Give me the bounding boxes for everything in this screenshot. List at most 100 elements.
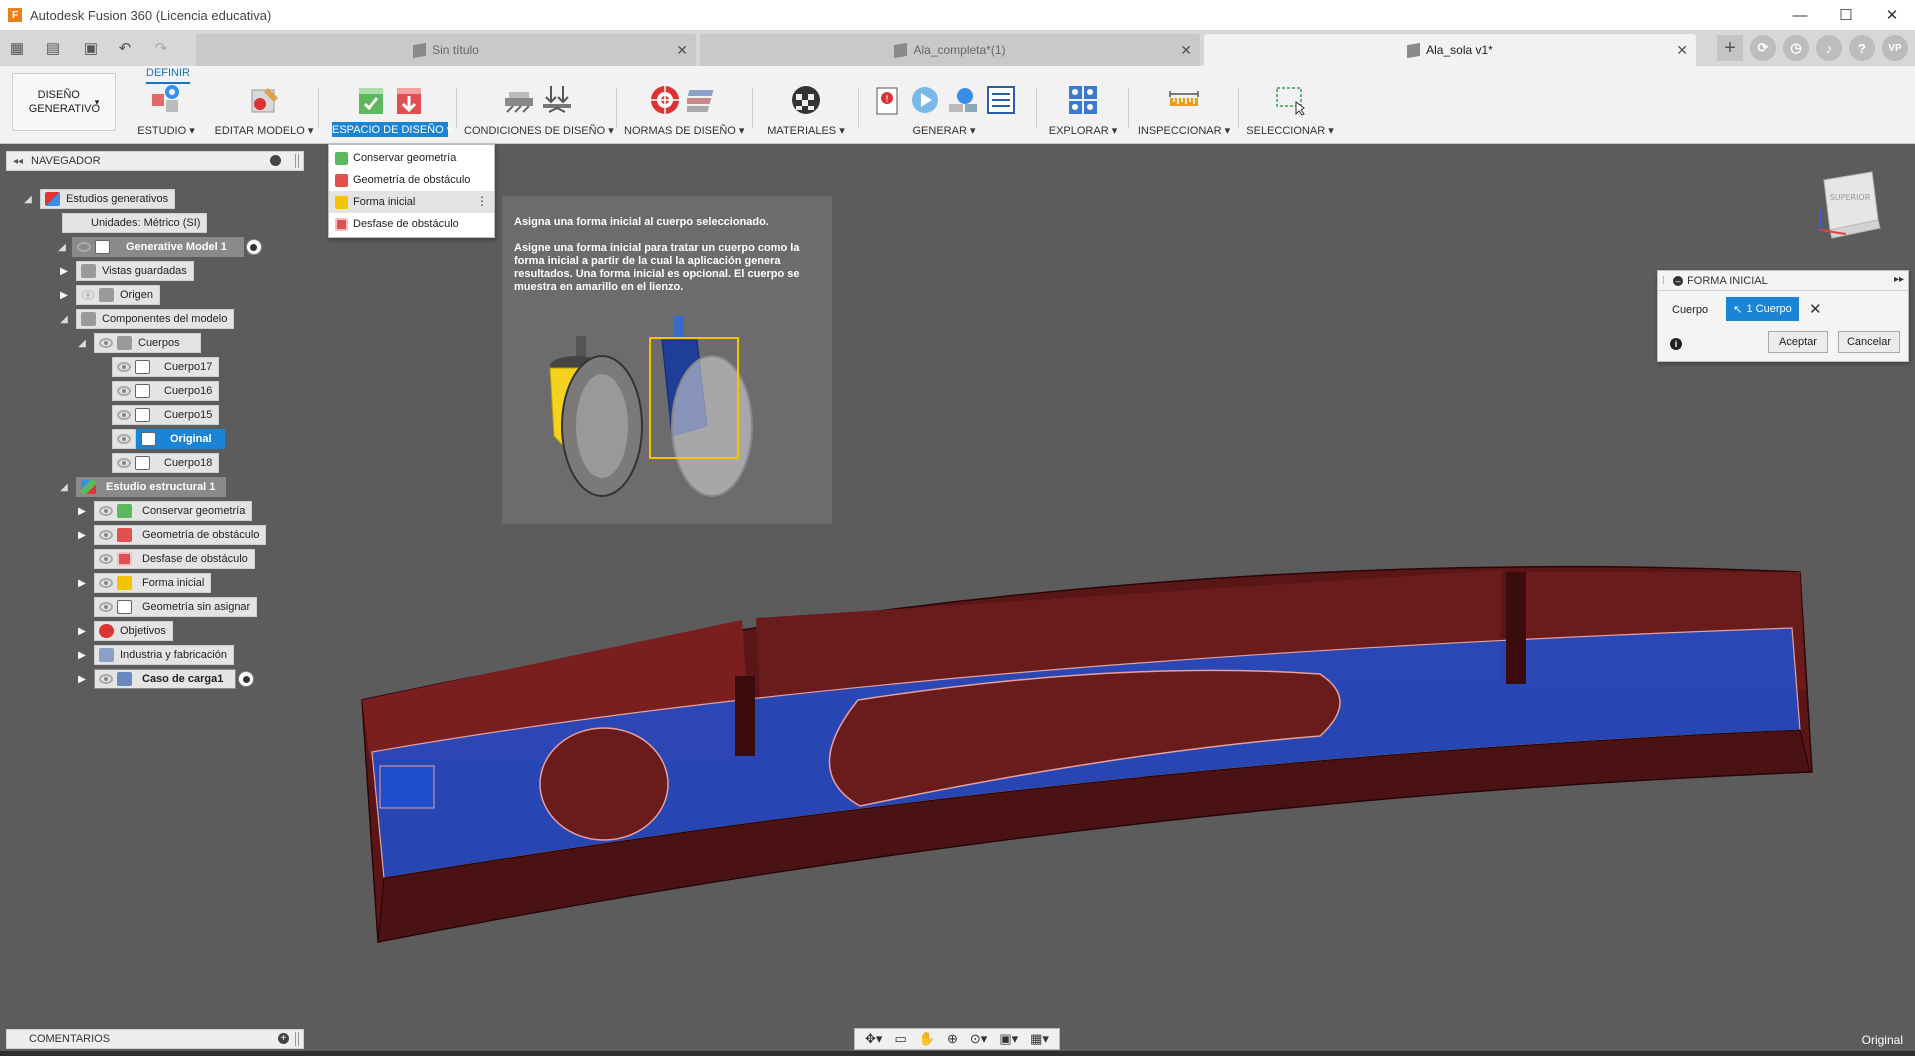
tree-node-units[interactable]: Unidades: Métrico (SI) (62, 213, 208, 233)
collapse-dialog-icon[interactable]: – (1673, 275, 1684, 286)
drag-handle-icon[interactable]: ⁞ (1662, 275, 1665, 287)
fit-icon[interactable]: ⊙▾ (970, 1031, 987, 1047)
notifications-icon[interactable]: ♪ (1816, 35, 1842, 61)
tree-node-bodies[interactable]: ◢ Cuerpos (76, 333, 201, 353)
tree-node-model[interactable]: ◢ Generative Model 1 (56, 237, 262, 257)
tree-node-study[interactable]: ◢ Estudio estructural 1 (58, 477, 227, 497)
expanded-icon[interactable]: ◢ (58, 481, 70, 493)
tree-node-components[interactable]: ◢ Componentes del modelo (58, 309, 235, 329)
tree-node-loadcase[interactable]: ▶ Caso de carga1 (76, 669, 255, 689)
user-avatar[interactable]: VP (1882, 35, 1908, 61)
pan-icon[interactable]: ✋ (919, 1031, 935, 1047)
save-icon[interactable]: ▣ (80, 37, 102, 59)
tab-sin-titulo[interactable]: Sin título ✕ (196, 34, 696, 66)
add-comment-icon[interactable]: + (278, 1033, 289, 1044)
job-status-icon[interactable]: ◷ (1783, 35, 1809, 61)
group-inspeccionar[interactable]: INSPECCIONAR ▾ (1134, 82, 1234, 142)
group-estudio[interactable]: ESTUDIO ▾ (130, 82, 202, 142)
active-radio-icon[interactable] (245, 239, 262, 255)
tree-node-preserve[interactable]: ▶ Conservar geometría (76, 501, 253, 521)
visibility-icon[interactable] (117, 386, 131, 396)
expanded-icon[interactable]: ◢ (56, 241, 68, 253)
collapsed-icon[interactable]: ▶ (76, 649, 88, 661)
visibility-icon[interactable] (99, 506, 113, 516)
menu-item-obstacle-offset[interactable]: Desfase de obstáculo (329, 213, 494, 235)
workspace-switcher[interactable]: DISEÑO GENERATIVO ▾ (12, 73, 116, 131)
tree-node-cuerpo15[interactable]: Cuerpo15 (112, 405, 220, 425)
tree-node-origin[interactable]: ▶ Origen (58, 285, 161, 305)
visibility-icon[interactable] (99, 602, 113, 612)
collapsed-icon[interactable]: ▶ (76, 625, 88, 637)
minus-icon[interactable] (270, 155, 281, 166)
expand-dialog-icon[interactable]: ▸▸ (1894, 274, 1904, 285)
visibility-icon[interactable] (117, 362, 131, 372)
group-normas-de-diseno[interactable]: NORMAS DE DISEÑO ▾ (624, 82, 744, 142)
viewport-canvas[interactable] (0, 144, 1915, 1029)
menu-item-preserve-geometry[interactable]: Conservar geometría (329, 147, 494, 169)
group-seleccionar[interactable]: SELECCIONAR ▾ (1244, 82, 1336, 142)
tree-node-objectives[interactable]: ▶ Objetivos (76, 621, 173, 641)
collapsed-icon[interactable]: ▶ (76, 577, 88, 589)
tree-node-unassigned[interactable]: Geometría sin asignar (94, 597, 258, 617)
grid-settings-icon[interactable]: ▦▾ (1030, 1031, 1049, 1047)
display-settings-icon[interactable]: ▣▾ (999, 1031, 1018, 1047)
close-tab-icon[interactable]: ✕ (676, 42, 688, 59)
tab-ala-completa[interactable]: Ala_completa*(1) ✕ (700, 34, 1200, 66)
resize-handle-icon[interactable] (295, 1032, 299, 1046)
tree-node-manufacturing[interactable]: ▶ Industria y fabricación (76, 645, 234, 665)
more-options-icon[interactable]: ⋮ (476, 194, 488, 208)
info-icon[interactable]: i (1670, 338, 1682, 350)
close-tab-icon[interactable]: ✕ (1676, 42, 1688, 59)
cancel-button[interactable]: Cancelar (1838, 331, 1900, 353)
group-materiales[interactable]: MATERIALES ▾ (758, 82, 854, 142)
collapsed-icon[interactable]: ▶ (76, 505, 88, 517)
undo-icon[interactable]: ↶ (114, 37, 136, 59)
new-tab-icon[interactable]: + (1717, 35, 1743, 61)
body-selection-button[interactable]: ↖ 1 Cuerpo (1726, 297, 1799, 321)
menu-item-starting-shape[interactable]: Forma inicial ⋮ (329, 191, 494, 213)
tree-node-cuerpo16[interactable]: Cuerpo16 (112, 381, 220, 401)
collapsed-icon[interactable]: ▶ (58, 289, 70, 301)
minimize-button[interactable]: — (1777, 0, 1823, 30)
visibility-hidden-icon[interactable] (81, 290, 95, 300)
redo-icon[interactable]: ↷ (150, 37, 172, 59)
visibility-icon[interactable] (99, 578, 113, 588)
collapsed-icon[interactable]: ▶ (76, 529, 88, 541)
visibility-icon[interactable] (99, 530, 113, 540)
visibility-icon[interactable] (99, 338, 113, 348)
visibility-icon[interactable] (117, 410, 131, 420)
collapsed-icon[interactable]: ▶ (76, 673, 88, 685)
tree-node-root[interactable]: ◢ Estudios generativos (22, 189, 176, 209)
app-grid-icon[interactable]: ▦ (6, 37, 28, 59)
group-condiciones-de-diseno[interactable]: CONDICIONES DE DISEÑO ▾ (464, 82, 614, 142)
extensions-icon[interactable]: ⟳ (1750, 35, 1776, 61)
tree-node-saved-views[interactable]: ▶ Vistas guardadas (58, 261, 194, 281)
group-explorar[interactable]: EXPLORAR ▾ (1042, 82, 1124, 142)
expanded-icon[interactable]: ◢ (22, 193, 34, 205)
collapse-icon[interactable]: ◂◂ (13, 156, 23, 167)
visibility-icon[interactable] (117, 434, 131, 444)
menu-item-obstacle-geometry[interactable]: Geometría de obstáculo (329, 169, 494, 191)
visibility-icon[interactable] (117, 458, 131, 468)
ok-button[interactable]: Aceptar (1768, 331, 1828, 353)
tree-node-cuerpo18[interactable]: Cuerpo18 (112, 453, 220, 473)
group-espacio-de-diseno[interactable]: ESPACIO DE DISEÑO ▾ (326, 82, 454, 142)
collapsed-icon[interactable]: ▶ (58, 265, 70, 277)
resize-handle-icon[interactable] (295, 154, 299, 168)
close-tab-icon[interactable]: ✕ (1180, 42, 1192, 59)
visibility-icon[interactable] (77, 242, 91, 252)
clear-selection-icon[interactable]: ✕ (1809, 300, 1822, 318)
tree-node-cuerpo17[interactable]: Cuerpo17 (112, 357, 220, 377)
tree-node-original[interactable]: Original (112, 429, 225, 449)
expanded-icon[interactable]: ◢ (58, 313, 70, 325)
tree-node-obstacle[interactable]: ▶ Geometría de obstáculo (76, 525, 267, 545)
tree-node-offset[interactable]: Desfase de obstáculo (94, 549, 255, 569)
look-at-icon[interactable]: ▭ (894, 1031, 906, 1047)
visibility-icon[interactable] (99, 554, 113, 564)
group-generar[interactable]: ! GENERAR ▾ (864, 82, 1024, 142)
viewcube[interactable]: SUPERIOR (1816, 170, 1886, 246)
tree-node-starting-shape[interactable]: ▶ Forma inicial (76, 573, 212, 593)
file-menu-icon[interactable]: ▤ (42, 37, 64, 59)
close-window-button[interactable]: ✕ (1869, 0, 1915, 30)
help-icon[interactable]: ? (1849, 35, 1875, 61)
